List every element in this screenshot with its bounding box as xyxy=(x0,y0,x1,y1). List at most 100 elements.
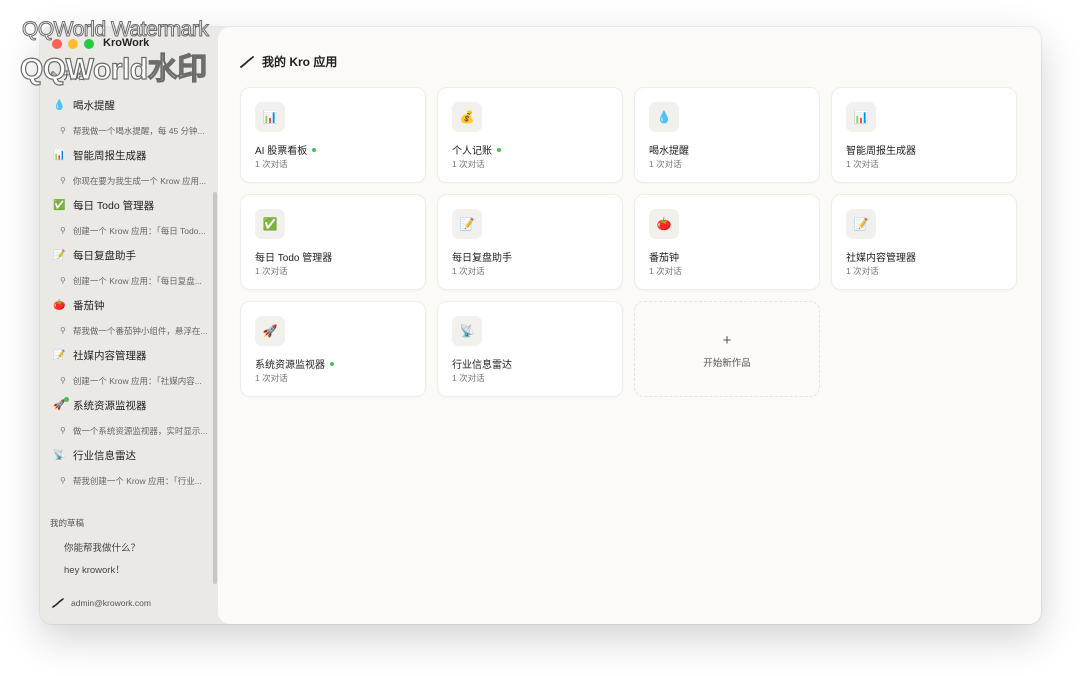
sidebar-app-label: 智能周报生成器 xyxy=(73,150,147,162)
checkmark-icon: ✅ xyxy=(255,209,285,239)
draft-item[interactable]: hey krowork！ xyxy=(64,562,125,576)
app-card-conversation-count: 1 次对话 xyxy=(452,373,485,383)
sidebar: KroWork ✎ 开始 💧 喝水提醒 ⚲ 帮我做一个喝水提醒，每 45 分钟... 📊… xyxy=(40,27,218,624)
sidebar-chat-preview: 做一个系统资源监视器，实时显示... xyxy=(72,425,208,436)
sidebar-chat-item[interactable]: ⚲ 创建一个 Krow 应用：「每日 Todo... xyxy=(40,218,218,243)
sidebar-app-title[interactable]: 💧 喝水提醒 xyxy=(40,93,218,118)
app-card[interactable]: 💰 个人记账 1 次对话 xyxy=(437,87,623,183)
running-status-dot xyxy=(64,397,69,402)
memo-icon: 📝 xyxy=(846,209,876,239)
app-card-conversation-count: 1 次对话 xyxy=(846,159,879,169)
sidebar-chat-item[interactable]: ⚲ 创建一个 Krow 应用：「每日复盘... xyxy=(40,268,218,293)
app-card[interactable]: 📝 社媒内容管理器 1 次对话 xyxy=(831,194,1017,290)
app-card-title: 每日复盘助手 xyxy=(452,253,512,264)
app-card-title: 社媒内容管理器 xyxy=(846,253,916,264)
sidebar-chat-preview: 创建一个 Krow 应用：「每日复盘... xyxy=(72,275,202,286)
plus-icon: + xyxy=(722,332,732,349)
app-card-title: AI 股票看板 xyxy=(255,146,308,157)
watermark-text: QQWorld Watermark xyxy=(21,18,209,42)
app-card-title: 个人记账 xyxy=(452,146,492,157)
pin-icon: ⚲ xyxy=(60,276,66,285)
new-project-label: 开始新作品 xyxy=(703,358,751,369)
sidebar-chat-item[interactable]: ⚲ 帮我做一个喝水提醒，每 45 分钟... xyxy=(40,118,218,143)
app-card-title-row: 每日复盘助手 xyxy=(452,249,512,264)
running-status-dot xyxy=(312,147,317,152)
app-card[interactable]: 📊 智能周报生成器 1 次对话 xyxy=(831,87,1017,183)
user-account[interactable]: admin@krowork.com xyxy=(52,598,151,608)
pin-icon: ⚲ xyxy=(60,476,66,485)
app-card-title: 每日 Todo 管理器 xyxy=(255,253,333,264)
rocket-icon: 🚀 xyxy=(255,316,285,346)
sidebar-app-item[interactable]: 📡 行业信息雷达 ⚲ 帮我创建一个 Krow 应用：「行业... xyxy=(40,443,218,493)
krow-logo-icon xyxy=(52,598,64,608)
app-card[interactable]: 🚀 系统资源监视器 1 次对话 xyxy=(240,301,426,397)
krow-logo-icon xyxy=(240,55,254,68)
page-header: 我的 Kro 应用 xyxy=(240,53,337,70)
sidebar-app-title[interactable]: 📝 社媒内容管理器 xyxy=(40,343,218,368)
sidebar-app-label: 每日复盘助手 xyxy=(73,250,136,262)
app-card-title-row: 行业信息雷达 xyxy=(452,356,512,371)
app-card[interactable]: 🍅 番茄钟 1 次对话 xyxy=(634,194,820,290)
sidebar-chat-item[interactable]: ⚲ 你现在要为我生成一个 Krow 应用... xyxy=(40,168,218,193)
sidebar-app-title[interactable]: ✅ 每日 Todo 管理器 xyxy=(40,193,218,218)
sidebar-app-label: 喝水提醒 xyxy=(73,100,115,112)
sidebar-app-item[interactable]: ✅ 每日 Todo 管理器 ⚲ 创建一个 Krow 应用：「每日 Todo... xyxy=(40,193,218,243)
app-card[interactable]: 📡 行业信息雷达 1 次对话 xyxy=(437,301,623,397)
app-card[interactable]: 📊 AI 股票看板 1 次对话 xyxy=(240,87,426,183)
sidebar-app-label: 每日 Todo 管理器 xyxy=(73,200,155,212)
sidebar-chat-item[interactable]: ⚲ 做一个系统资源监视器，实时显示... xyxy=(40,418,218,443)
sidebar-app-label: 番茄钟 xyxy=(73,300,105,312)
app-card[interactable]: 💧 喝水提醒 1 次对话 xyxy=(634,87,820,183)
sidebar-app-list: 💧 喝水提醒 ⚲ 帮我做一个喝水提醒，每 45 分钟... 📊 智能周报生成器 ⚲ 你现在要为… xyxy=(40,93,218,493)
bar-chart-icon: 📊 xyxy=(846,102,876,132)
water-drop-icon: 💧 xyxy=(53,100,66,111)
app-card[interactable]: 📝 每日复盘助手 1 次对话 xyxy=(437,194,623,290)
app-card-conversation-count: 1 次对话 xyxy=(649,159,682,169)
sidebar-scrollbar[interactable] xyxy=(213,192,217,584)
memo-icon: 📝 xyxy=(53,350,66,361)
app-card-title-row: 每日 Todo 管理器 xyxy=(255,249,332,264)
app-card-title-row: 社媒内容管理器 xyxy=(846,249,916,264)
pin-icon: ⚲ xyxy=(60,126,66,135)
sidebar-chat-item[interactable]: ⚲ 创建一个 Krow 应用：「社媒内容... xyxy=(40,368,218,393)
app-card-grid: 📊 AI 股票看板 1 次对话 💰 个人记账 1 次对话 💧 喝水提醒 1 次对话 📊 智能周报生成… xyxy=(240,87,1017,397)
tomato-icon: 🍅 xyxy=(649,209,679,239)
tomato-icon: 🍅 xyxy=(53,300,66,311)
sidebar-app-item[interactable]: 📝 社媒内容管理器 ⚲ 创建一个 Krow 应用：「社媒内容... xyxy=(40,343,218,393)
app-card-conversation-count: 1 次对话 xyxy=(649,266,682,276)
checkmark-icon: ✅ xyxy=(53,200,66,211)
new-project-card[interactable]: + 开始新作品 xyxy=(634,301,820,397)
sidebar-app-title[interactable]: 🚀 系统资源监视器 xyxy=(40,393,218,418)
sidebar-chat-preview: 帮我做一个番茄钟小组件，悬浮在... xyxy=(72,325,208,336)
sidebar-app-title[interactable]: 📝 每日复盘助手 xyxy=(40,243,218,268)
sidebar-app-item[interactable]: 💧 喝水提醒 ⚲ 帮我做一个喝水提醒，每 45 分钟... xyxy=(40,93,218,143)
running-status-dot xyxy=(497,147,501,152)
sidebar-app-title[interactable]: 🍅 番茄钟 xyxy=(40,293,218,318)
sidebar-app-item[interactable]: 🚀 系统资源监视器 ⚲ 做一个系统资源监视器，实时显示... xyxy=(40,393,218,443)
app-card-title-row: 喝水提醒 xyxy=(649,142,689,157)
sidebar-app-item[interactable]: 📝 每日复盘助手 ⚲ 创建一个 Krow 应用：「每日复盘... xyxy=(40,243,218,293)
sidebar-app-label: 系统资源监视器 xyxy=(73,400,147,412)
app-card-title: 智能周报生成器 xyxy=(846,146,916,157)
app-card[interactable]: ✅ 每日 Todo 管理器 1 次对话 xyxy=(240,194,426,290)
sidebar-chat-preview: 创建一个 Krow 应用：「每日 Todo... xyxy=(72,225,206,236)
sidebar-app-title[interactable]: 📡 行业信息雷达 xyxy=(40,443,218,468)
satellite-dish-icon: 📡 xyxy=(452,316,482,346)
app-card-title-row: AI 股票看板 xyxy=(255,142,317,157)
page-title: 我的 Kro 应用 xyxy=(262,55,338,69)
app-card-title: 行业信息雷达 xyxy=(452,360,512,371)
draft-item[interactable]: 你能帮我做什么？ xyxy=(64,540,140,554)
app-window: KroWork ✎ 开始 💧 喝水提醒 ⚲ 帮我做一个喝水提醒，每 45 分钟... 📊… xyxy=(40,27,1041,624)
sidebar-chat-item[interactable]: ⚲ 帮我做一个番茄钟小组件，悬浮在... xyxy=(40,318,218,343)
sidebar-chat-item[interactable]: ⚲ 帮我创建一个 Krow 应用：「行业... xyxy=(40,468,218,493)
sidebar-app-title[interactable]: 📊 智能周报生成器 xyxy=(40,143,218,168)
sidebar-app-item[interactable]: 📊 智能周报生成器 ⚲ 你现在要为我生成一个 Krow 应用... xyxy=(40,143,218,193)
app-card-conversation-count: 1 次对话 xyxy=(846,266,879,276)
satellite-dish-icon: 📡 xyxy=(53,450,66,461)
sidebar-app-item[interactable]: 🍅 番茄钟 ⚲ 帮我做一个番茄钟小组件，悬浮在... xyxy=(40,293,218,343)
sidebar-chat-preview: 创建一个 Krow 应用：「社媒内容... xyxy=(72,375,202,386)
rocket-icon: 🚀 xyxy=(53,397,69,411)
app-card-title-row: 系统资源监视器 xyxy=(255,356,334,371)
money-bag-icon: 💰 xyxy=(452,102,482,132)
pin-icon: ⚲ xyxy=(60,226,66,235)
